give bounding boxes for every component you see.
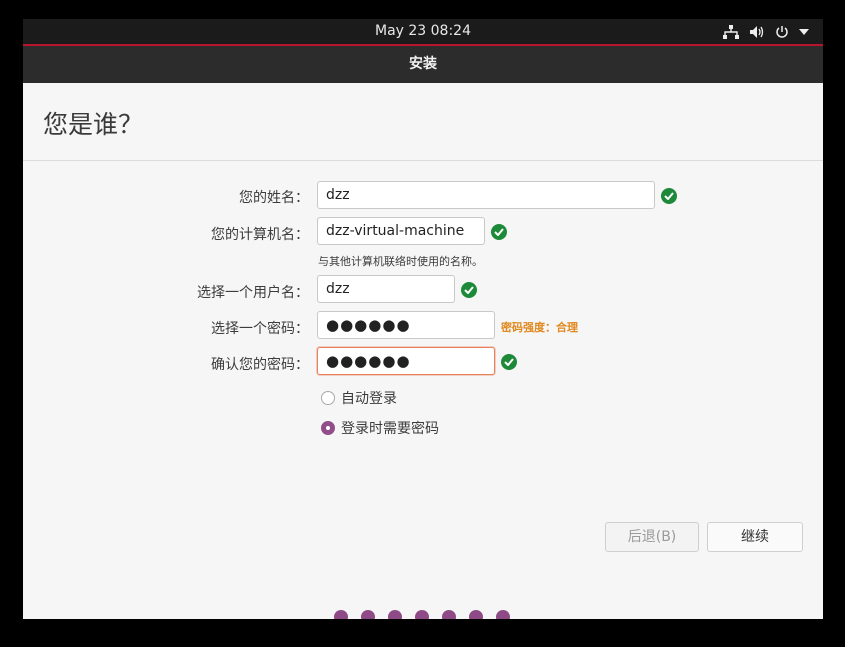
username-label: 选择一个用户名：: [197, 285, 309, 301]
confirm-password-field[interactable]: ●●●●●●: [317, 347, 495, 375]
auto-login-option[interactable]: 自动登录: [321, 388, 397, 408]
volume-icon[interactable]: [749, 25, 765, 39]
clock[interactable]: May 23 08:24: [23, 19, 823, 44]
system-tray[interactable]: [723, 19, 809, 44]
back-button[interactable]: 后退(B): [605, 522, 699, 552]
password-label: 选择一个密码：: [211, 321, 309, 337]
progress-dot: [496, 610, 510, 619]
confirm-password-valid-check-icon: [501, 354, 517, 370]
progress-dot: [442, 610, 456, 619]
password-field[interactable]: ●●●●●●: [317, 311, 495, 339]
progress-dot: [388, 610, 402, 619]
network-icon[interactable]: [723, 24, 739, 39]
username-valid-check-icon: [461, 282, 477, 298]
username-field[interactable]: dzz: [317, 275, 455, 303]
window-title: 安装: [23, 46, 823, 83]
progress-dot: [334, 610, 348, 619]
top-panel: May 23 08:24: [23, 19, 823, 46]
computer-name-valid-check-icon: [491, 224, 507, 240]
progress-dot: [415, 610, 429, 619]
name-field[interactable]: dzz: [317, 181, 655, 209]
power-icon[interactable]: [775, 25, 789, 39]
require-password-radio[interactable]: [321, 421, 335, 435]
computer-name-label: 您的计算机名：: [211, 227, 309, 243]
page-title: 您是谁？: [43, 110, 144, 139]
progress-dots: [334, 610, 510, 619]
progress-dot: [469, 610, 483, 619]
name-label: 您的姓名：: [239, 190, 309, 206]
computer-name-hint: 与其他计算机联络时使用的名称。: [318, 255, 483, 268]
auto-login-label: 自动登录: [341, 391, 397, 407]
require-password-label: 登录时需要密码: [341, 421, 439, 437]
progress-dot: [361, 610, 375, 619]
continue-button[interactable]: 继续: [707, 522, 803, 552]
installer-window: 您是谁？ 您的姓名： dzz 您的计算机名： dzz-virtual-machi…: [23, 83, 823, 619]
confirm-password-label: 确认您的密码：: [211, 357, 309, 373]
auto-login-radio[interactable]: [321, 391, 335, 405]
require-password-option[interactable]: 登录时需要密码: [321, 418, 439, 438]
divider: [23, 160, 823, 161]
name-valid-check-icon: [661, 188, 677, 204]
computer-name-field[interactable]: dzz-virtual-machine: [317, 217, 485, 245]
dropdown-arrow-icon[interactable]: [799, 28, 809, 36]
password-strength: 密码强度：合理: [501, 321, 578, 334]
